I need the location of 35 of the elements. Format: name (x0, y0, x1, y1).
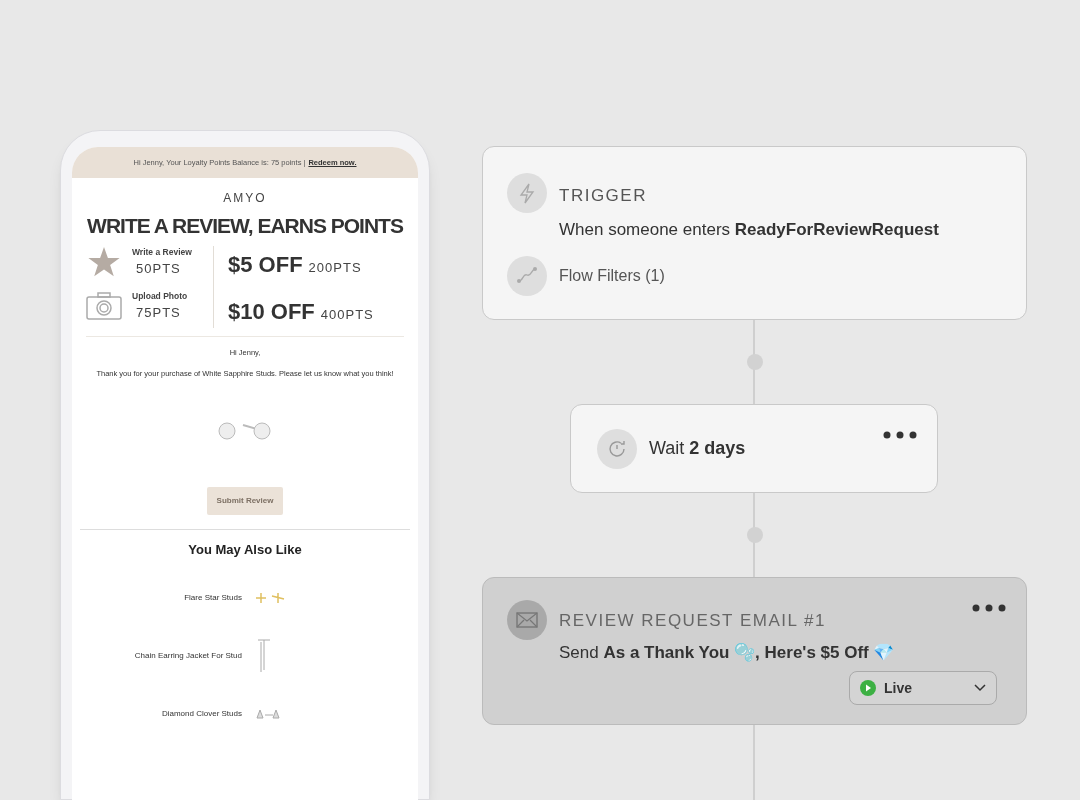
earring-icon (256, 637, 272, 674)
earn-points: 50PTS (135, 259, 181, 278)
more-options-button[interactable] (883, 431, 917, 439)
step-description: When someone enters ReadyForReviewRequest (559, 218, 939, 241)
earring-icon (256, 707, 282, 720)
status-dropdown[interactable]: Live (849, 671, 997, 705)
clock-icon (597, 428, 637, 469)
earn-points: 75PTS (135, 304, 181, 322)
earn-label: Upload Photo (132, 290, 188, 303)
step-label: TRIGGER (559, 185, 648, 207)
route-icon (507, 256, 547, 296)
reward-points: 200PTS (308, 259, 362, 277)
submit-review-button[interactable]: Submit Review (206, 487, 284, 516)
star-icon (88, 247, 120, 278)
more-options-button[interactable] (972, 604, 1006, 612)
product-name: Flare Star Studs (183, 591, 242, 604)
step-description: Send As a Thank You 🫧, Here's $5 Off 💎 (559, 641, 895, 664)
brand-logo: AMYO (222, 190, 268, 207)
camera-icon (86, 292, 122, 321)
envelope-icon (507, 600, 547, 640)
earn-label: Write a Review (132, 246, 192, 259)
chevron-down-icon (974, 684, 986, 692)
reward-amount: $10 OFF (228, 298, 315, 326)
headline: WRITE A REVIEW, EARNS POINTS (86, 215, 404, 236)
step-label: REVIEW REQUEST EMAIL #1 (559, 610, 827, 632)
section-title: You May Also Like (187, 541, 303, 560)
earring-icon (256, 591, 286, 604)
product-name: Chain Earring Jacket For Stud (133, 649, 242, 662)
step-description: Wait 2 days (649, 437, 746, 460)
lightning-icon (507, 173, 547, 213)
reward-amount: $5 OFF (228, 251, 303, 279)
product-name: Diamond Clover Studs (160, 707, 242, 720)
reward-points: 400PTS (320, 306, 374, 324)
flow-filters-button[interactable]: Flow Filters (1) (507, 256, 665, 296)
play-icon (860, 680, 876, 696)
